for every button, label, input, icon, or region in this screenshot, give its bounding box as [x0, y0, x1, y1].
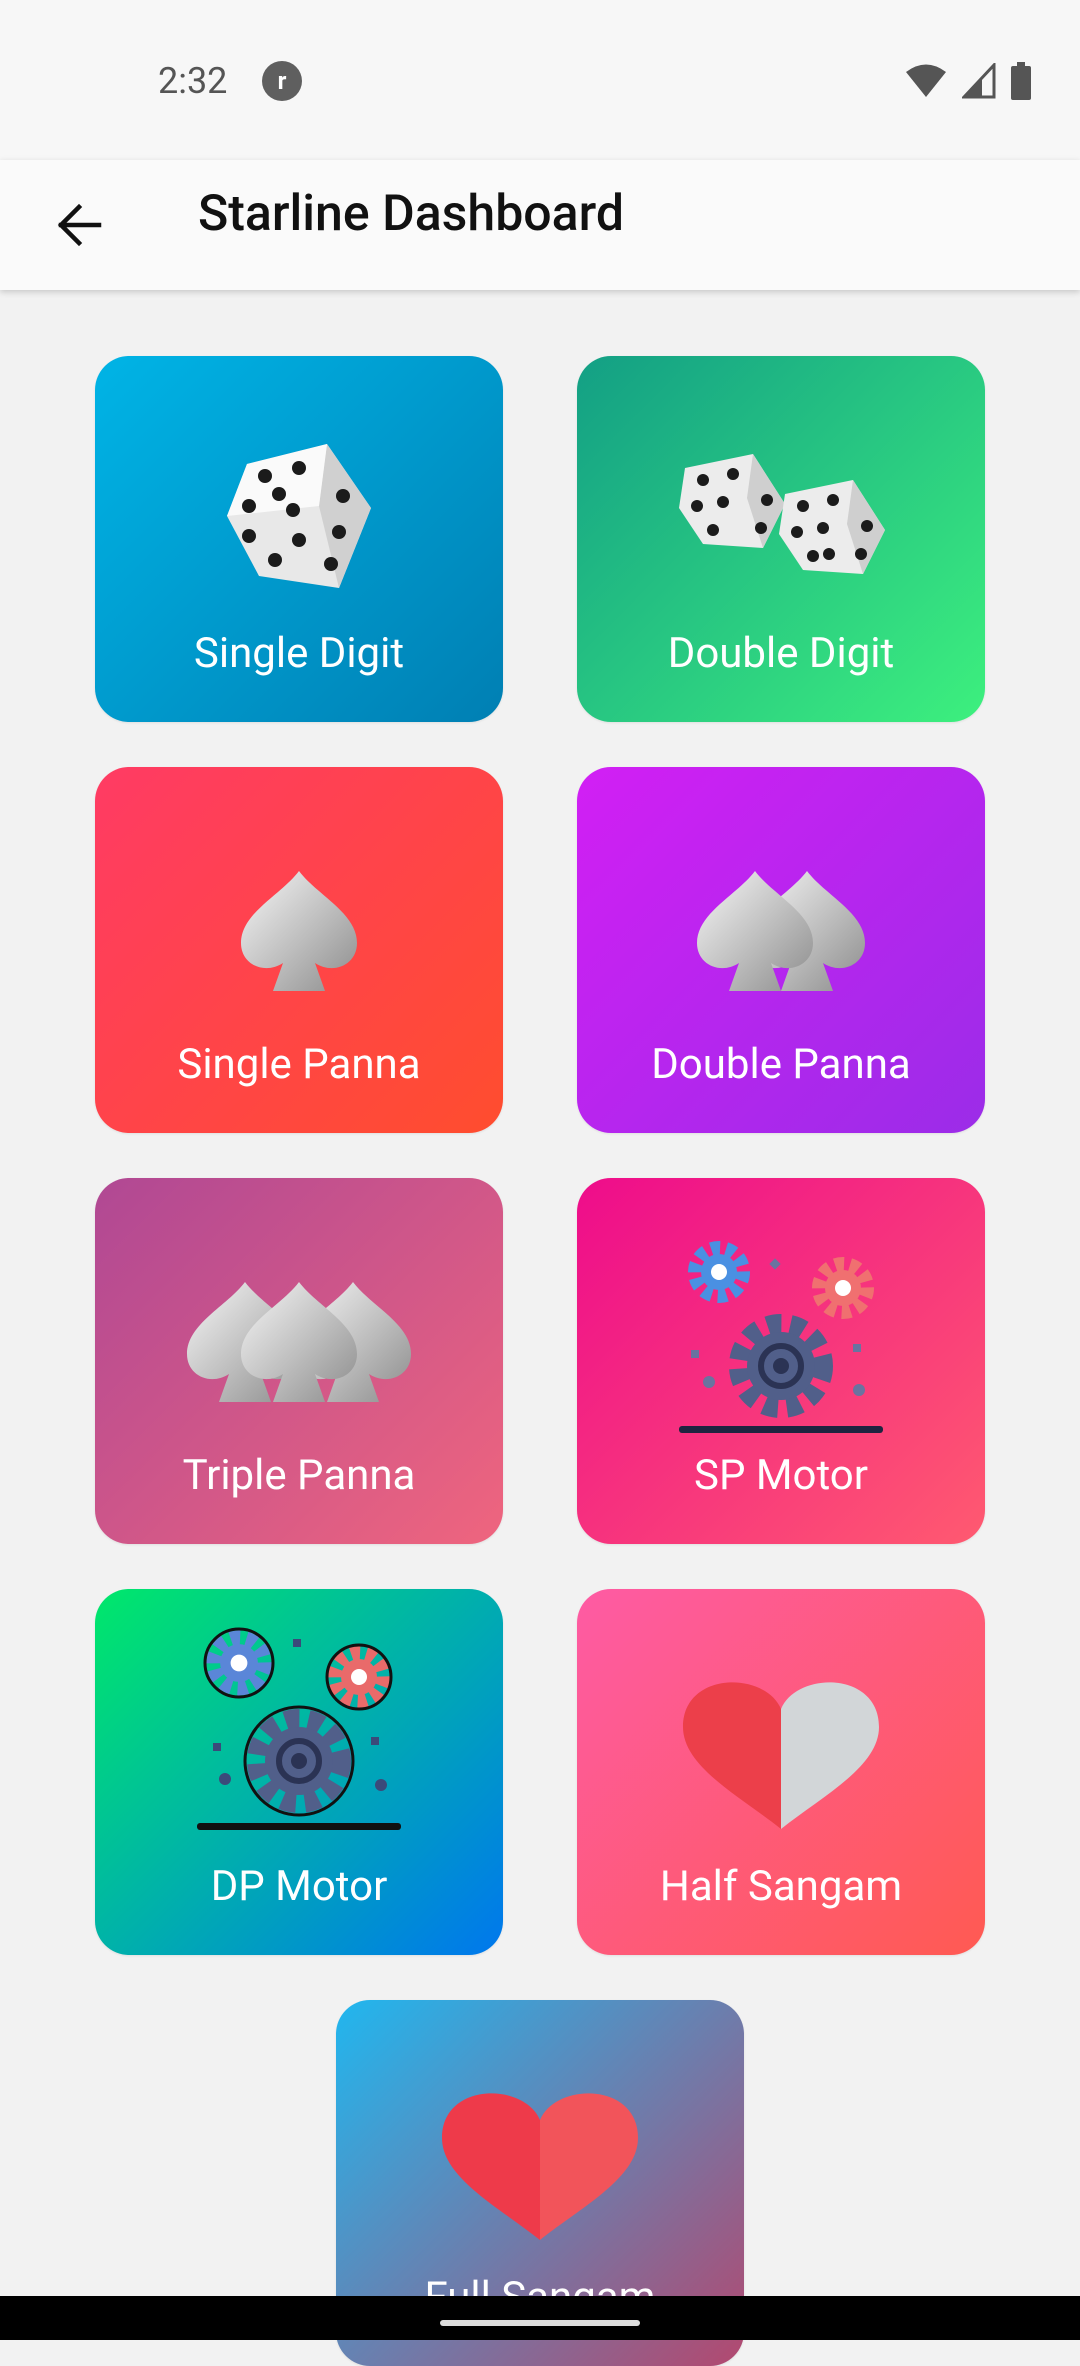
status-bar: 2:32 r — [0, 0, 1080, 160]
heart-icon — [336, 2040, 744, 2280]
system-navigation-bar — [0, 2296, 1080, 2340]
wifi-icon — [906, 64, 946, 97]
tile-label: SP Motor — [694, 1451, 868, 1500]
single-die-icon — [95, 396, 503, 636]
notification-icon: r — [262, 61, 302, 101]
cellular-signal-icon — [962, 63, 996, 99]
tile-single-digit[interactable]: Single Digit — [95, 356, 503, 722]
tile-label: Single Panna — [177, 1040, 421, 1089]
tile-sp-motor[interactable]: SP Motor — [577, 1178, 985, 1544]
tile-label: DP Motor — [210, 1862, 388, 1911]
triple-spade-icon — [95, 1218, 503, 1458]
tile-triple-panna[interactable]: Triple Panna — [95, 1178, 503, 1544]
tile-label: Double Panna — [651, 1040, 911, 1089]
arrow-back-icon — [57, 203, 102, 247]
battery-icon — [1011, 62, 1031, 100]
tile-double-digit[interactable]: Double Digit — [577, 356, 985, 722]
half-heart-icon — [577, 1629, 985, 1869]
tile-label: Half Sangam — [659, 1862, 903, 1911]
status-time: 2:32 — [158, 60, 228, 102]
back-button[interactable] — [44, 190, 114, 260]
gears-icon — [95, 1597, 503, 1857]
page-title: Starline Dashboard — [198, 185, 625, 243]
tile-single-panna[interactable]: Single Panna — [95, 767, 503, 1133]
app-bar: Starline Dashboard — [0, 160, 1080, 290]
gears-icon — [577, 1218, 985, 1458]
tile-label: Double Digit — [667, 629, 895, 678]
tile-label: Single Digit — [193, 629, 405, 678]
tile-double-panna[interactable]: Double Panna — [577, 767, 985, 1133]
double-dice-icon — [577, 396, 985, 636]
system-icons — [904, 60, 1032, 102]
double-spade-icon — [577, 807, 985, 1047]
tile-dp-motor[interactable]: DP Motor — [95, 1589, 503, 1955]
home-gesture-handle[interactable] — [440, 2320, 640, 2326]
single-spade-icon — [95, 807, 503, 1047]
tile-half-sangam[interactable]: Half Sangam — [577, 1589, 985, 1955]
tile-label: Triple Panna — [182, 1451, 416, 1500]
